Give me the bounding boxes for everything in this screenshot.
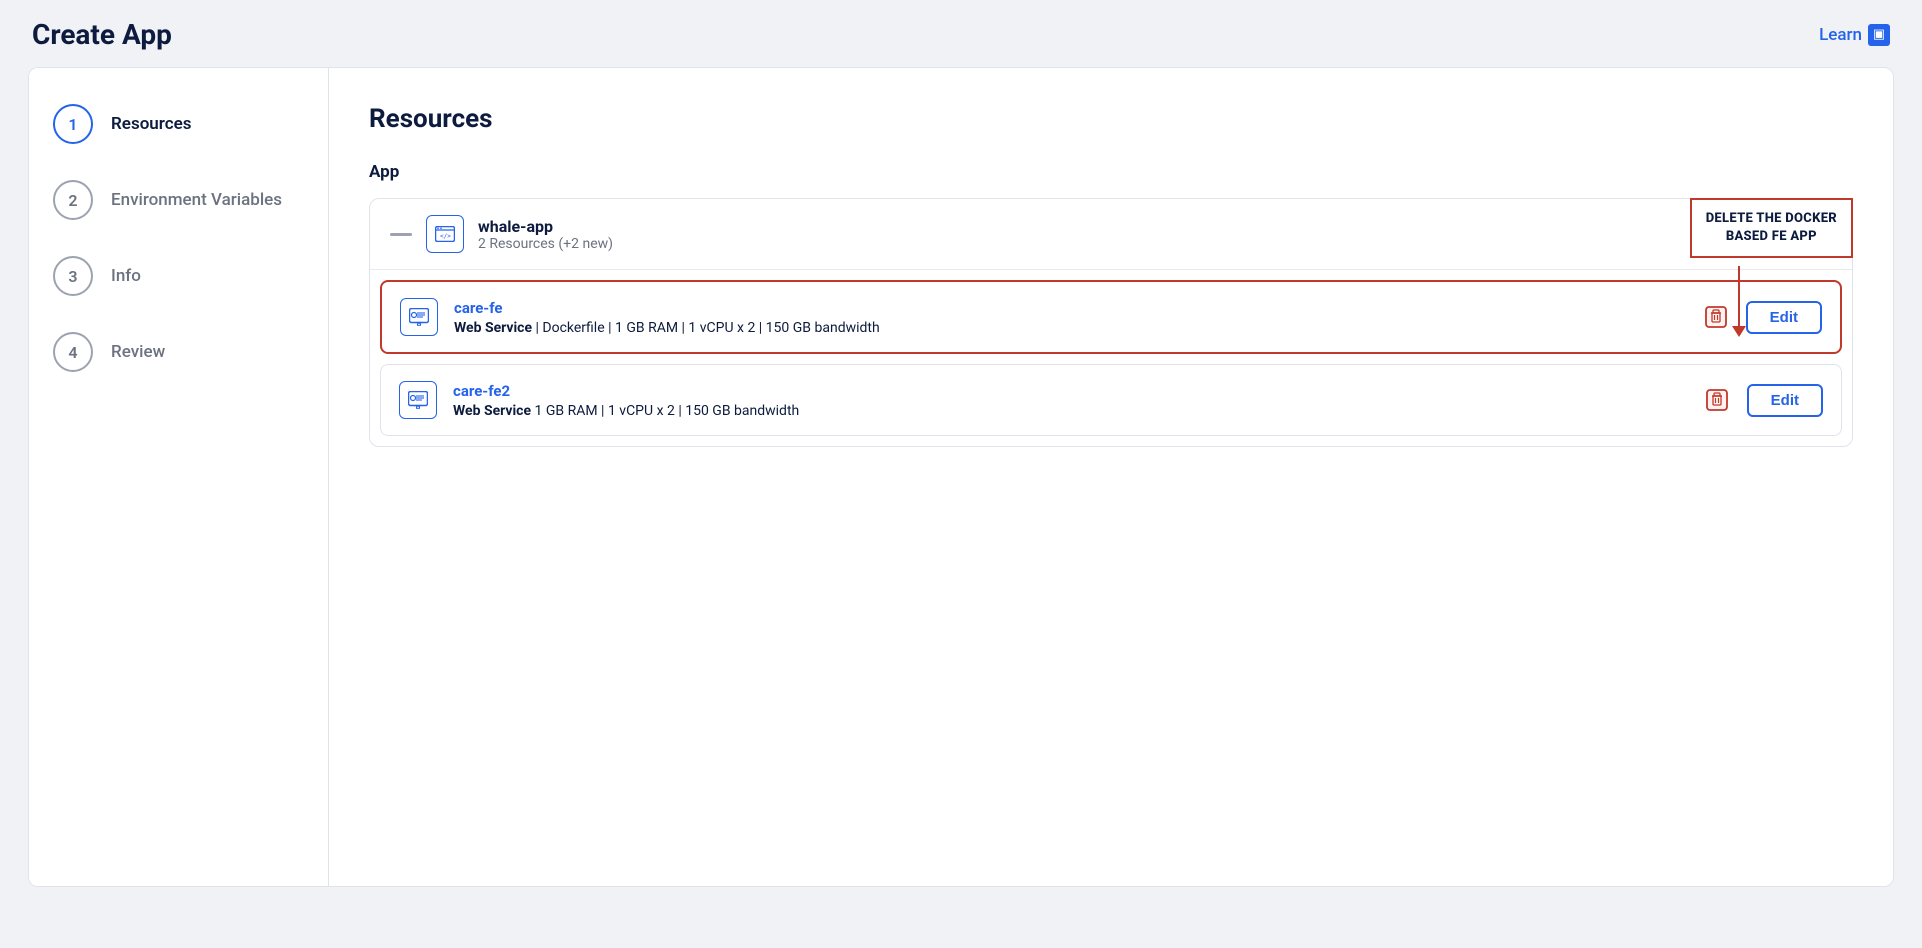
step-circle-1: 1 [53, 104, 93, 144]
step-circle-3: 3 [53, 256, 93, 296]
sidebar-item-resources[interactable]: 1 Resources [53, 104, 304, 144]
sidebar-item-info[interactable]: 3 Info [53, 256, 304, 296]
service-name-care-fe: care-fe [454, 299, 1684, 317]
edit-button-care-fe2[interactable]: Edit [1747, 384, 1823, 417]
service-info-care-fe2: care-fe2 Web Service 1 GB RAM | 1 vCPU x… [453, 382, 1685, 419]
app-subsection-title: App [369, 162, 1853, 182]
service-info-care-fe: care-fe Web Service | Dockerfile | 1 GB … [454, 299, 1684, 336]
step-label-env-vars: Environment Variables [111, 190, 282, 210]
step-label-review: Review [111, 342, 165, 362]
service-type-rest-care-fe: | Dockerfile | 1 GB RAM | 1 vCPU x 2 | 1… [536, 320, 880, 336]
annotation-box: DELETE THE DOCKERBASED FE APP [1690, 198, 1853, 258]
resources-section-title: Resources [369, 104, 1853, 134]
service-name-care-fe2: care-fe2 [453, 382, 1685, 400]
service-desc-care-fe: Web Service | Dockerfile | 1 GB RAM | 1 … [454, 320, 1684, 336]
step-label-info: Info [111, 266, 141, 286]
edit-button-care-fe[interactable]: Edit [1746, 301, 1822, 334]
app-group-count: 2 Resources (+2 new) [478, 236, 613, 252]
service-type-bold-care-fe: Web Service [454, 320, 532, 336]
arrow-line [1738, 266, 1740, 326]
service-actions-care-fe: Edit [1700, 301, 1822, 334]
service-desc-care-fe2: Web Service 1 GB RAM | 1 vCPU x 2 | 150 … [453, 403, 1685, 419]
annotation-text: DELETE THE DOCKERBASED FE APP [1706, 211, 1837, 244]
delete-button-care-fe2[interactable] [1701, 384, 1733, 416]
step-label-resources: Resources [111, 114, 192, 134]
sidebar: 1 Resources 2 Environment Variables 3 In… [29, 68, 329, 886]
resources-wrapper: App DELETE THE DOCKERBASED FE APP [369, 162, 1853, 495]
app-group-card: </> whale-app 2 Resources (+2 new) [369, 198, 1853, 447]
service-actions-care-fe2: Edit [1701, 384, 1823, 417]
main-container: 1 Resources 2 Environment Variables 3 In… [28, 67, 1894, 887]
service-type-bold-care-fe2: Web Service [453, 403, 531, 419]
service-icon-care-fe [400, 298, 438, 336]
sidebar-item-env-vars[interactable]: 2 Environment Variables [53, 180, 304, 220]
service-type-rest-care-fe2: 1 GB RAM | 1 vCPU x 2 | 150 GB bandwidth [535, 403, 800, 419]
dash-icon [390, 233, 412, 236]
app-group-header: </> whale-app 2 Resources (+2 new) [370, 199, 1852, 270]
book-icon: ▣ [1868, 24, 1890, 46]
arrow-head [1732, 326, 1746, 337]
service-row-care-fe: care-fe Web Service | Dockerfile | 1 GB … [380, 280, 1842, 354]
step-circle-4: 4 [53, 332, 93, 372]
svg-text:</>: </> [440, 233, 451, 240]
step-circle-2: 2 [53, 180, 93, 220]
learn-label: Learn [1819, 25, 1862, 45]
delete-button-care-fe[interactable] [1700, 301, 1732, 333]
page-header: Create App Learn ▣ [0, 0, 1922, 67]
learn-link[interactable]: Learn ▣ [1819, 24, 1890, 46]
service-row-care-fe2: care-fe2 Web Service 1 GB RAM | 1 vCPU x… [380, 364, 1842, 436]
app-group-icon: </> [426, 215, 464, 253]
sidebar-item-review[interactable]: 4 Review [53, 332, 304, 372]
service-icon-care-fe2 [399, 381, 437, 419]
app-group-name: whale-app [478, 217, 613, 236]
main-content: Resources App DELETE THE DOCKERBASED FE … [329, 68, 1893, 886]
page-title: Create App [32, 18, 172, 51]
